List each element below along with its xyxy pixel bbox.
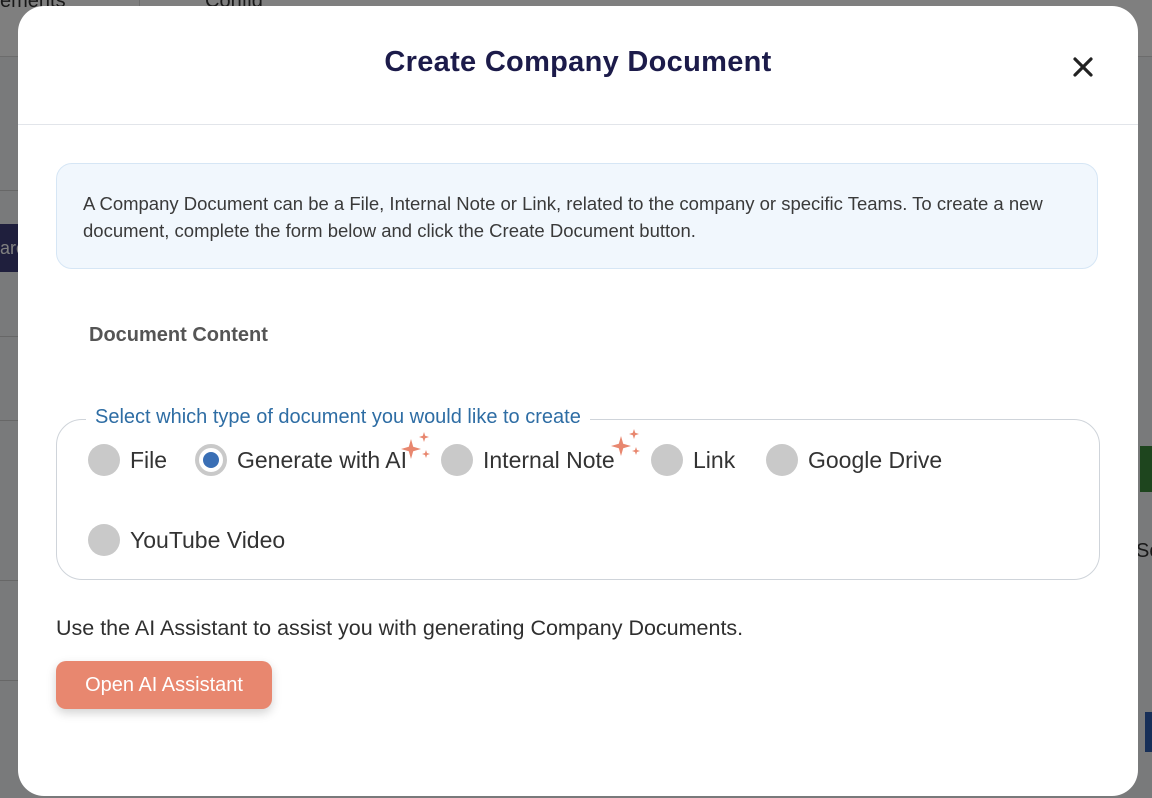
close-icon xyxy=(1073,57,1093,77)
radio-button-selected[interactable] xyxy=(195,444,227,476)
radio-label: YouTube Video xyxy=(130,526,286,553)
document-type-legend: Select which type of document you would … xyxy=(86,406,590,429)
radio-option-link[interactable]: Link xyxy=(651,443,735,477)
radio-label: File xyxy=(130,446,168,473)
radio-option-internal-note[interactable]: Internal Note xyxy=(441,443,615,477)
create-document-modal: Create Company Document A Company Docume… xyxy=(18,6,1138,796)
sparkle-icon xyxy=(401,432,430,459)
radio-button[interactable] xyxy=(88,444,120,476)
radio-label: Link xyxy=(693,446,736,473)
radio-label: Generate with AI xyxy=(237,446,408,473)
radio-label: Internal Note xyxy=(483,446,615,473)
close-button[interactable] xyxy=(1066,50,1100,84)
info-box: A Company Document can be a File, Intern… xyxy=(56,163,1098,269)
radio-button[interactable] xyxy=(651,444,683,476)
section-title: Document Content xyxy=(89,324,268,346)
radio-label: Google Drive xyxy=(808,446,943,473)
ai-assistant-hint: Use the AI Assistant to assist you with … xyxy=(56,616,744,640)
radio-option-generate-with-ai[interactable]: Generate with AI xyxy=(195,443,407,477)
radio-option-google-drive[interactable]: Google Drive xyxy=(766,443,942,477)
radio-option-file[interactable]: File xyxy=(88,443,167,477)
radio-option-youtube-video[interactable]: YouTube Video xyxy=(88,523,285,557)
radio-button[interactable] xyxy=(766,444,798,476)
modal-header: Create Company Document xyxy=(18,6,1138,125)
radio-button[interactable] xyxy=(441,444,473,476)
radio-button[interactable] xyxy=(88,524,120,556)
modal-title: Create Company Document xyxy=(384,46,772,78)
open-ai-assistant-button[interactable]: Open AI Assistant xyxy=(56,661,272,709)
sparkle-icon xyxy=(611,429,640,456)
